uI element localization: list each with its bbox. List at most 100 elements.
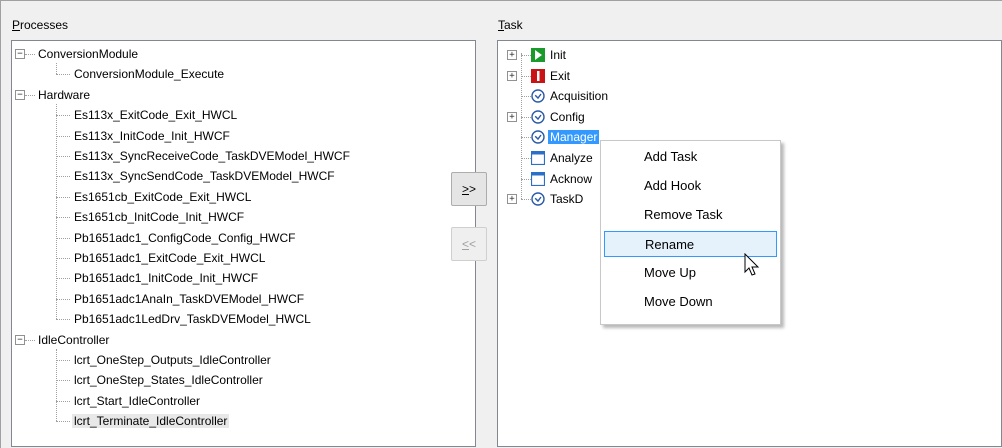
processes-tree[interactable]: ConversionModule − ConversionModule_Execut…: [11, 40, 476, 447]
tree-connector: [56, 196, 70, 198]
process-node[interactable]: lcrt_Start_IdleController: [72, 391, 202, 411]
menu-item-label: Move Down: [644, 294, 713, 309]
menu-item-label: Add Hook: [644, 178, 702, 193]
tree-connector: [521, 96, 531, 98]
expand-toggle[interactable]: +: [507, 50, 517, 60]
process-node-label: lcrt_Terminate_IdleController: [72, 414, 230, 429]
process-node-label: Pb1651adc1_InitCode_Init_HWCF: [74, 271, 259, 286]
process-node-label: lcrt_OneStep_States_IdleController: [74, 373, 263, 388]
expand-toggle[interactable]: +: [507, 70, 517, 81]
task-node[interactable]: Acquisition: [548, 86, 610, 106]
process-node-label: Hardware: [38, 87, 91, 102]
software-task-icon: [530, 171, 546, 186]
task-node-label: Config: [550, 109, 585, 124]
task-node-label: TaskD: [550, 192, 584, 207]
timer-task-icon: [531, 110, 545, 124]
tree-connector: [56, 319, 70, 321]
menu-item-remove-task[interactable]: Remove Task: [604, 202, 777, 228]
process-node-label: Pb1651adc1_ExitCode_Exit_HWCL: [74, 251, 266, 265]
task-node[interactable]: Analyze: [548, 148, 595, 168]
tree-connector: [56, 421, 70, 423]
task-label: Task: [498, 18, 523, 32]
assign-process-button[interactable]: >>: [451, 172, 487, 206]
task-node[interactable]: Config: [548, 107, 587, 127]
task-node-label: Analyze: [550, 151, 593, 165]
tree-connector: [25, 339, 35, 341]
tree-connector: [56, 298, 70, 300]
tree-connector: [521, 75, 531, 77]
tree-connector: [521, 55, 531, 56]
process-node[interactable]: Es1651cb_ExitCode_Exit_HWCL: [72, 187, 253, 207]
menu-item-move-down[interactable]: Move Down: [604, 289, 777, 315]
collapse-toggle[interactable]: −: [15, 49, 25, 59]
task-node[interactable]: Manager: [548, 127, 600, 147]
tree-connector: [521, 116, 531, 118]
collapse-toggle[interactable]: −: [15, 334, 25, 345]
menu-item-add-hook[interactable]: Add Hook: [604, 173, 777, 199]
collapse-toggle[interactable]: −: [15, 89, 25, 100]
tree-connector: [521, 199, 531, 201]
process-node[interactable]: Pb1651adc1_ExitCode_Exit_HWCL: [72, 248, 267, 268]
tree-connector: [25, 54, 35, 55]
tree-connector: [25, 94, 35, 96]
menu-item-add-task[interactable]: Add Task: [604, 144, 777, 170]
timer-task-icon: [531, 89, 545, 103]
tree-connector: [56, 348, 57, 422]
process-node[interactable]: ConversionModule_Execute: [72, 64, 226, 84]
process-group-node[interactable]: IdleController: [36, 330, 111, 350]
task-node[interactable]: Acknow: [548, 169, 594, 189]
process-node-label: lcrt_OneStep_Outputs_IdleController: [74, 353, 271, 367]
process-node[interactable]: Es113x_InitCode_Init_HWCF: [72, 126, 232, 146]
exit-task-icon: [531, 68, 545, 83]
process-node[interactable]: Es113x_SyncReceiveCode_TaskDVEModel_HWCF: [72, 146, 352, 166]
process-node[interactable]: Es1651cb_InitCode_Init_HWCF: [72, 207, 246, 227]
task-node[interactable]: Exit: [548, 66, 572, 86]
menu-item-label: Rename: [645, 237, 695, 252]
process-node[interactable]: Pb1651adc1AnaIn_TaskDVEModel_HWCF: [72, 289, 306, 309]
process-node-label: Es113x_InitCode_Init_HWCF: [74, 128, 230, 143]
tree-connector: [521, 178, 531, 180]
remove-process-button[interactable]: <<: [451, 227, 487, 261]
software-task-icon: [530, 150, 546, 166]
assign-button-rest: >: [469, 182, 477, 196]
process-node-label: Es113x_SyncReceiveCode_TaskDVEModel_HWCF: [74, 149, 350, 163]
process-node-label: ConversionModule: [38, 47, 139, 61]
tree-connector: [56, 217, 70, 219]
process-node[interactable]: Pb1651adc1_ConfigCode_Config_HWCF: [72, 228, 297, 248]
task-node-label: Init: [550, 48, 567, 62]
process-node-label: Es1651cb_ExitCode_Exit_HWCL: [74, 189, 252, 204]
process-node-label: Es1651cb_InitCode_Init_HWCF: [74, 210, 245, 225]
window-top-border: [0, 0, 1002, 1]
processes-label-rest: rocesses: [20, 18, 69, 32]
tree-connector: [521, 158, 531, 159]
process-node[interactable]: lcrt_Terminate_IdleController: [72, 411, 230, 431]
task-node[interactable]: TaskD: [548, 189, 585, 209]
timer-task-icon: [531, 130, 545, 145]
process-node[interactable]: Es113x_ExitCode_Exit_HWCL: [72, 105, 239, 125]
tree-connector: [56, 63, 57, 75]
tree-connector: [56, 400, 70, 402]
menu-item-label: Add Task: [644, 149, 698, 164]
expand-toggle[interactable]: +: [507, 111, 517, 122]
process-node-label: Pb1651adc1_ConfigCode_Config_HWCF: [74, 230, 296, 245]
task-node[interactable]: Init: [548, 45, 568, 65]
process-node[interactable]: Es113x_SyncSendCode_TaskDVEModel_HWCF: [72, 166, 337, 186]
process-group-node[interactable]: Hardware: [36, 85, 92, 105]
tree-connector: [56, 360, 70, 361]
expand-toggle[interactable]: +: [507, 194, 517, 205]
task-node-label: Acknow: [550, 171, 593, 186]
process-node-label: Es113x_SyncSendCode_TaskDVEModel_HWCF: [74, 169, 335, 184]
processes-label: Processes: [12, 18, 68, 32]
tree-connector: [56, 103, 57, 320]
process-node[interactable]: Pb1651adc1LedDrv_TaskDVEModel_HWCL: [72, 309, 313, 329]
process-node[interactable]: Pb1651adc1_InitCode_Init_HWCF: [72, 268, 260, 288]
task-node-label: Exit: [550, 68, 571, 83]
process-node-label: IdleController: [38, 332, 110, 347]
process-node[interactable]: lcrt_OneStep_Outputs_IdleController: [72, 350, 273, 370]
context-menu: Add Task Add Hook Remove Task Rename Move Up…: [600, 140, 781, 325]
process-node-label: Pb1651adc1LedDrv_TaskDVEModel_HWCL: [74, 312, 311, 327]
tree-connector: [56, 380, 70, 382]
process-group-node[interactable]: ConversionModule: [36, 44, 140, 64]
assign-button-accel: >: [461, 182, 469, 196]
process-node[interactable]: lcrt_OneStep_States_IdleController: [72, 370, 265, 390]
